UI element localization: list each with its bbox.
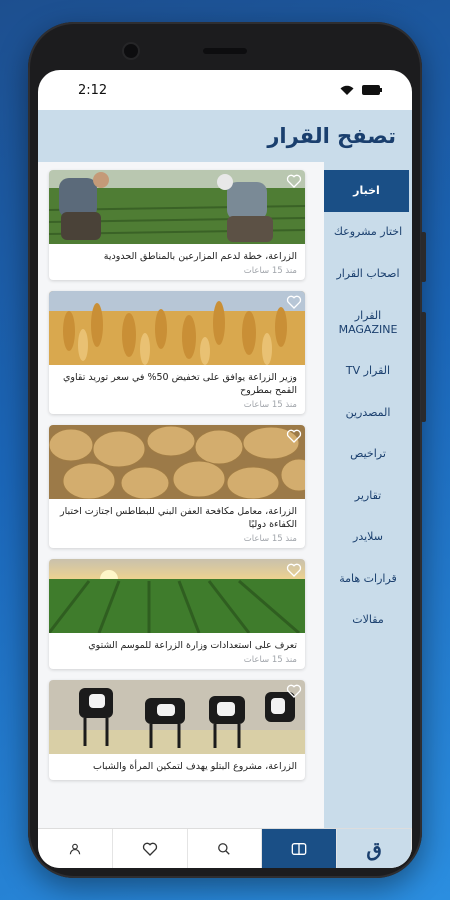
status-time: 2:12 [78,82,108,98]
phone-frame: 2:12 تصفح القرار الزراعة، خطة لدعم المزا… [28,22,426,878]
news-card[interactable]: الزراعة، خطة لدعم المزارعين بالمناطق الح… [49,170,305,280]
news-title: الزراعة، خطة لدعم المزارعين بالمناطق الح… [103,251,297,262]
app-header: تصفح القرار [38,110,412,162]
sidebar-item-decision-makers[interactable]: اصحاب القرار [324,253,412,295]
news-image-wheat [49,291,305,365]
sidebar-item-slider[interactable]: سلايدر [324,517,412,559]
favorite-heart-icon[interactable] [286,294,302,310]
news-image-sunset-field [49,559,305,633]
news-time: منذ 15 ساعات [243,655,297,665]
sidebar-item-magazine[interactable]: القرار MAGAZINE [324,295,412,351]
favorite-heart-icon[interactable] [286,683,302,699]
front-camera [124,44,138,58]
sidebar-item-important-decisions[interactable]: قرارات هامة [324,558,412,600]
book-icon [291,842,307,855]
news-image-potatoes [49,425,305,499]
nav-profile[interactable] [38,829,113,868]
status-icons [340,85,382,96]
sidebar-item-choose-project[interactable]: اختار مشروعك [324,212,412,254]
news-image-farmers [49,170,305,244]
favorite-heart-icon[interactable] [286,562,302,578]
search-icon [218,842,231,855]
earpiece-speaker [203,48,247,54]
news-title: تعرف على استعدادات وزارة الزراعة للموسم … [88,640,297,651]
page-title: تصفح القرار [267,124,396,148]
news-card[interactable]: الزراعة، معامل مكافحة العفن البني للبطاط… [49,425,305,548]
battery-icon [362,85,382,95]
sidebar-item-licenses[interactable]: تراخيص [324,434,412,476]
status-bar: 2:12 [38,70,412,110]
sidebar-item-articles[interactable]: مقالات [324,600,412,642]
nav-search[interactable] [188,829,263,868]
news-card[interactable]: وزير الزراعة يوافق على تخفيض 50% في سعر … [49,291,305,414]
power-button [421,312,426,422]
news-image-cows [49,680,305,754]
volume-button [421,232,426,282]
user-icon [69,843,81,854]
nav-browse[interactable] [262,829,338,868]
sidebar-item-tv[interactable]: القرار TV [324,351,412,393]
wifi-icon [340,85,354,95]
nav-home-logo[interactable]: ق [337,829,412,868]
heart-icon [142,842,157,856]
news-card[interactable]: الزراعة، مشروع البتلو يهدف لتمكين المرأة… [49,680,305,780]
sidebar-item-exporters[interactable]: المصدرين [324,392,412,434]
news-list[interactable]: الزراعة، خطة لدعم المزارعين بالمناطق الح… [38,162,324,828]
news-time: منذ 15 ساعات [243,400,297,410]
news-card[interactable]: تعرف على استعدادات وزارة الزراعة للموسم … [49,559,305,669]
nav-favorites[interactable] [113,829,188,868]
category-sidebar: اخبار اختار مشروعك اصحاب القرار القرار M… [324,162,412,828]
bottom-nav: ق [38,828,412,868]
favorite-heart-icon[interactable] [286,428,302,444]
news-time: منذ 15 ساعات [243,534,297,544]
sidebar-item-news[interactable]: اخبار [324,170,409,212]
sidebar-item-reports[interactable]: تقارير [324,475,412,517]
main-content: الزراعة، خطة لدعم المزارعين بالمناطق الح… [38,162,412,828]
app-logo: ق [366,836,382,861]
favorite-heart-icon[interactable] [286,173,302,189]
screen: 2:12 تصفح القرار الزراعة، خطة لدعم المزا… [38,70,412,868]
news-title: وزير الزراعة يوافق على تخفيض 50% في سعر … [63,372,297,396]
news-title: الزراعة، معامل مكافحة العفن البني للبطاط… [60,506,297,530]
news-title: الزراعة، مشروع البتلو يهدف لتمكين المرأة… [93,761,297,772]
news-time: منذ 15 ساعات [243,266,297,276]
